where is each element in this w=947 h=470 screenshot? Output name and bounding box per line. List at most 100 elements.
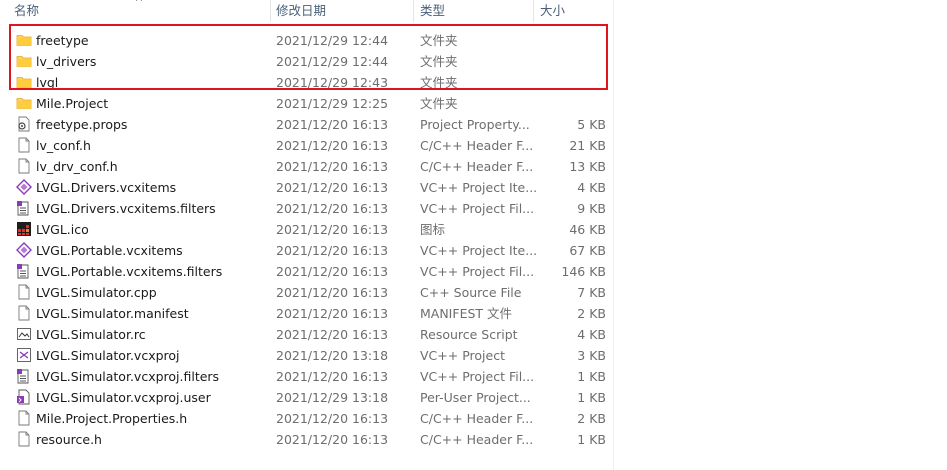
file-name[interactable]: LVGL.ico: [36, 219, 89, 240]
file-date: 2021/12/20 16:13: [276, 285, 389, 300]
file-size: 5 KB: [577, 117, 606, 132]
filters-file-icon: [16, 263, 32, 279]
file-row[interactable]: resource.h 2021/12/20 16:13 C/C++ Header F…: [0, 429, 613, 450]
file-name[interactable]: LVGL.Simulator.vcxproj.user: [36, 387, 211, 408]
blank-file-icon: [16, 137, 32, 153]
file-row[interactable]: freetype.props 2021/12/20 16:13 Project Pr…: [0, 114, 613, 135]
file-type: VC++ Project Fil...: [420, 201, 535, 216]
file-name[interactable]: Mile.Project.Properties.h: [36, 408, 187, 429]
file-size: 2 KB: [577, 411, 606, 426]
folder-row[interactable]: Mile.Project 2021/12/29 12:25 文件夹: [0, 93, 613, 114]
file-size: 13 KB: [569, 159, 606, 174]
file-row[interactable]: LVGL.Drivers.vcxitems 2021/12/20 16:13 VC+…: [0, 177, 613, 198]
props-file-icon: [16, 116, 32, 132]
file-row[interactable]: LVGL.ico 2021/12/20 16:13 图标 46 KB: [0, 219, 613, 240]
column-divider[interactable]: [413, 0, 414, 22]
file-date: 2021/12/20 16:13: [276, 264, 389, 279]
file-size: 1 KB: [577, 390, 606, 405]
file-size: 9 KB: [577, 201, 606, 216]
blank-file-icon: [16, 305, 32, 321]
file-type: 文件夹: [420, 96, 458, 111]
file-date: 2021/12/20 16:13: [276, 201, 389, 216]
file-row[interactable]: LVGL.Simulator.vcxproj.user 2021/12/29 13…: [0, 387, 613, 408]
file-name[interactable]: Mile.Project: [36, 93, 108, 114]
file-type: VC++ Project: [420, 348, 505, 363]
file-name[interactable]: resource.h: [36, 429, 102, 450]
column-header-size[interactable]: 大小: [540, 0, 565, 22]
vcxproj-icon: [16, 347, 32, 363]
file-date: 2021/12/29 13:18: [276, 390, 389, 405]
file-date: 2021/12/20 16:13: [276, 138, 389, 153]
file-date: 2021/12/20 16:13: [276, 159, 389, 174]
file-row[interactable]: LVGL.Simulator.cpp 2021/12/20 16:13 C++ So…: [0, 282, 613, 303]
file-row[interactable]: lv_conf.h 2021/12/20 16:13 C/C++ Header F.…: [0, 135, 613, 156]
file-date: 2021/12/20 16:13: [276, 369, 389, 384]
column-header-date[interactable]: 修改日期: [276, 0, 326, 22]
file-date: 2021/12/20 16:13: [276, 243, 389, 258]
file-date: 2021/12/20 16:13: [276, 306, 389, 321]
file-date: 2021/12/20 16:13: [276, 222, 389, 237]
file-name[interactable]: LVGL.Drivers.vcxitems.filters: [36, 198, 216, 219]
file-type: VC++ Project Ite...: [420, 243, 538, 258]
vcxproj-user-icon: [16, 389, 32, 405]
file-size: 2 KB: [577, 306, 606, 321]
file-name[interactable]: LVGL.Simulator.cpp: [36, 282, 157, 303]
column-header-bar: 名称 修改日期 类型 大小: [0, 0, 613, 22]
blank-file-icon: [16, 410, 32, 426]
file-row[interactable]: LVGL.Drivers.vcxitems.filters 2021/12/20 …: [0, 198, 613, 219]
file-date: 2021/12/20 16:13: [276, 117, 389, 132]
file-date: 2021/12/29 12:25: [276, 96, 389, 111]
file-size: 4 KB: [577, 327, 606, 342]
file-date: 2021/12/20 16:13: [276, 432, 389, 447]
file-name[interactable]: lv_conf.h: [36, 135, 91, 156]
blank-file-icon: [16, 284, 32, 300]
file-name[interactable]: LVGL.Simulator.manifest: [36, 303, 189, 324]
file-type: C/C++ Header F...: [420, 432, 534, 447]
file-row[interactable]: Mile.Project.Properties.h 2021/12/20 16:1…: [0, 408, 613, 429]
file-type: Resource Script: [420, 327, 518, 342]
file-name[interactable]: LVGL.Simulator.vcxproj: [36, 345, 180, 366]
file-size: 46 KB: [569, 222, 606, 237]
lvgl-ico-icon: [16, 221, 32, 237]
file-type: C++ Source File: [420, 285, 522, 300]
file-size: 21 KB: [569, 138, 606, 153]
file-date: 2021/12/20 16:13: [276, 327, 389, 342]
column-header-type[interactable]: 类型: [420, 0, 445, 22]
file-name[interactable]: LVGL.Portable.vcxitems.filters: [36, 261, 222, 282]
file-row[interactable]: LVGL.Simulator.rc 2021/12/20 16:13 Resourc…: [0, 324, 613, 345]
file-type: C/C++ Header F...: [420, 138, 534, 153]
filters-file-icon: [16, 368, 32, 384]
blank-file-icon: [16, 431, 32, 447]
file-row[interactable]: LVGL.Simulator.vcxproj.filters 2021/12/20…: [0, 366, 613, 387]
file-row[interactable]: lv_drv_conf.h 2021/12/20 16:13 C/C++ Heade…: [0, 156, 613, 177]
highlight-box: [9, 24, 608, 90]
column-header-name[interactable]: 名称: [14, 0, 39, 22]
file-size: 67 KB: [569, 243, 606, 258]
file-size: 7 KB: [577, 285, 606, 300]
file-row[interactable]: LVGL.Portable.vcxitems 2021/12/20 16:13 VC…: [0, 240, 613, 261]
file-row[interactable]: LVGL.Simulator.vcxproj 2021/12/20 13:18 VC…: [0, 345, 613, 366]
column-right-edge: [613, 0, 614, 470]
file-type: VC++ Project Ite...: [420, 180, 538, 195]
folder-icon: [16, 95, 32, 111]
file-name[interactable]: LVGL.Simulator.vcxproj.filters: [36, 366, 219, 387]
file-row[interactable]: LVGL.Portable.vcxitems.filters 2021/12/20…: [0, 261, 613, 282]
file-name[interactable]: LVGL.Drivers.vcxitems: [36, 177, 176, 198]
file-type: VC++ Project Fil...: [420, 369, 535, 384]
file-date: 2021/12/20 16:13: [276, 180, 389, 195]
file-row[interactable]: LVGL.Simulator.manifest 2021/12/20 16:13 M…: [0, 303, 613, 324]
vcxitems-icon: [16, 179, 32, 195]
file-name[interactable]: LVGL.Simulator.rc: [36, 324, 146, 345]
file-name[interactable]: freetype.props: [36, 114, 127, 135]
rc-file-icon: [16, 326, 32, 342]
filters-file-icon: [16, 200, 32, 216]
file-date: 2021/12/20 16:13: [276, 411, 389, 426]
file-size: 146 KB: [561, 264, 606, 279]
file-type: C/C++ Header F...: [420, 159, 534, 174]
file-name[interactable]: LVGL.Portable.vcxitems: [36, 240, 183, 261]
column-divider[interactable]: [270, 0, 271, 22]
file-type: C/C++ Header F...: [420, 411, 534, 426]
file-size: 1 KB: [577, 369, 606, 384]
file-name[interactable]: lv_drv_conf.h: [36, 156, 118, 177]
column-divider[interactable]: [533, 0, 534, 22]
